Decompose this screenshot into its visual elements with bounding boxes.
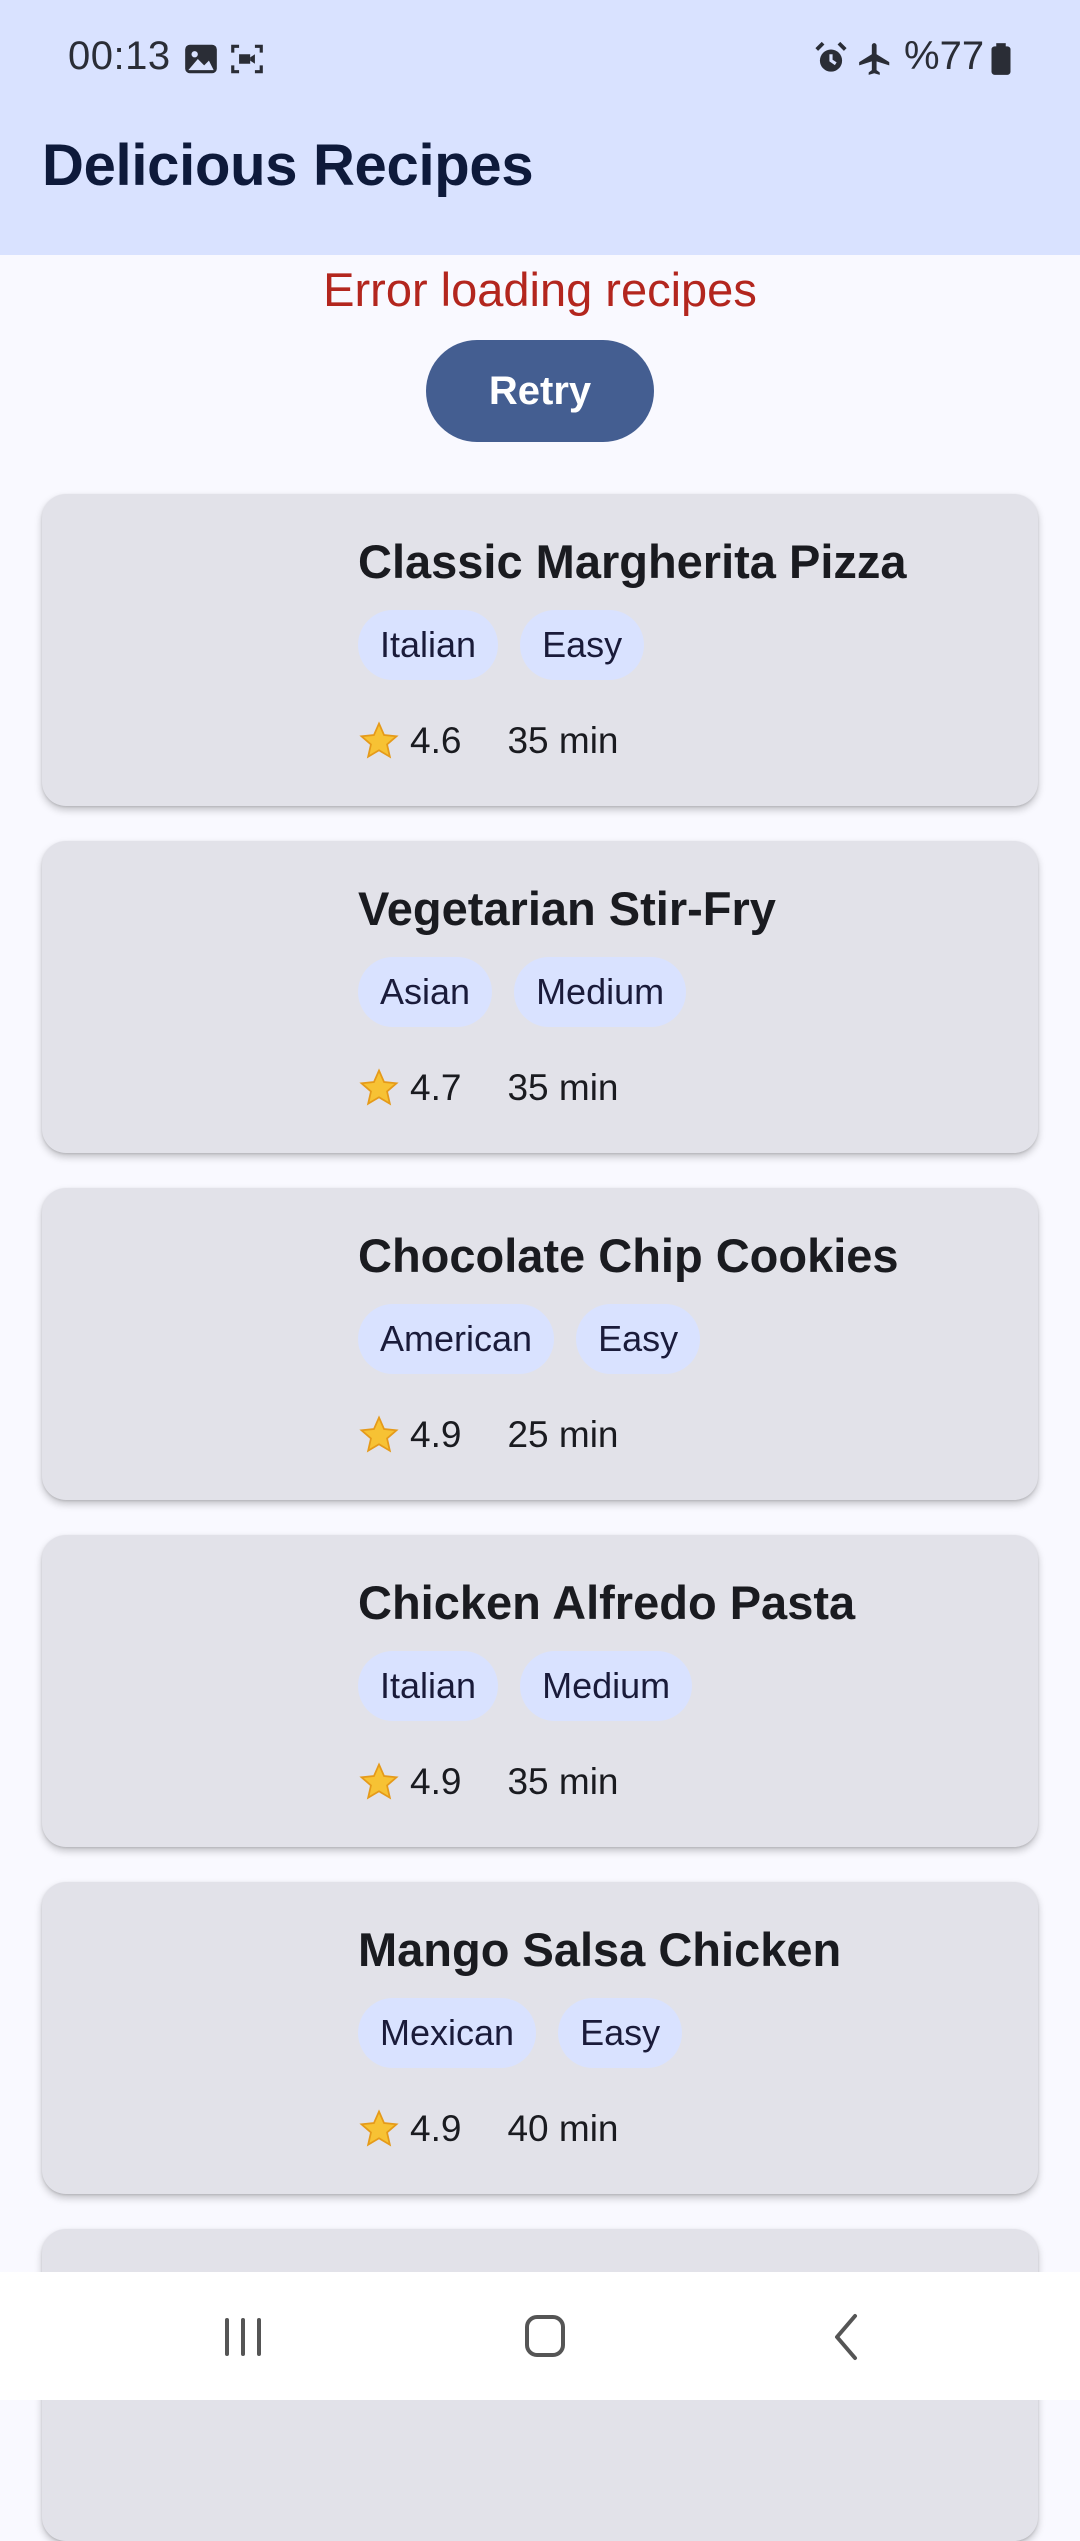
error-message: Error loading recipes	[323, 263, 757, 316]
recipe-time: 40 min	[507, 2108, 619, 2149]
airplane-mode-icon	[859, 43, 890, 75]
cuisine-chip: American	[358, 1304, 555, 1374]
star-icon	[359, 1762, 399, 1800]
cuisine-chip: Italian	[358, 610, 499, 680]
recipe-image	[42, 1535, 342, 1847]
recipe-title: Chicken Alfredo Pasta	[358, 1576, 856, 1629]
recipe-meta: 4.9 35 min	[358, 1761, 619, 1803]
recipe-title: Mango Salsa Chicken	[358, 1923, 842, 1976]
alarm-icon	[815, 41, 847, 72]
recipe-time: 35 min	[507, 1761, 619, 1802]
recipe-card[interactable]: Chocolate Chip Cookies American Easy 4.9…	[42, 1188, 1038, 1500]
page-title: Delicious Recipes	[42, 133, 534, 198]
difficulty-chip: Medium	[520, 1651, 693, 1721]
recipe-rating: 4.7	[410, 1067, 462, 1108]
recipe-image	[42, 494, 342, 806]
recipe-image	[42, 1188, 342, 1500]
cuisine-chip: Italian	[358, 1651, 499, 1721]
recipe-image	[42, 1882, 342, 2194]
star-icon	[359, 1415, 399, 1453]
tag-list: Mexican Easy	[358, 1998, 683, 2068]
recipe-time: 25 min	[507, 1414, 619, 1455]
recipe-title: Classic Margherita Pizza	[358, 535, 907, 588]
status-bar: 00:13 %77	[0, 0, 1080, 120]
recipe-title: Vegetarian Stir-Fry	[358, 882, 776, 935]
home-icon[interactable]	[505, 2302, 585, 2372]
screen-record-icon	[231, 44, 263, 74]
tag-list: Asian Medium	[358, 957, 687, 1027]
battery-percentage: %77	[904, 34, 985, 78]
recipe-card[interactable]: Mango Salsa Chicken Mexican Easy 4.9 40 …	[42, 1882, 1038, 2194]
recipe-meta: 4.9 40 min	[358, 2108, 619, 2150]
back-icon[interactable]	[807, 2302, 887, 2372]
recipe-meta: 4.6 35 min	[358, 720, 619, 762]
app-bar: 00:13 %77 Delicious Recipes	[0, 0, 1080, 255]
star-icon	[359, 1068, 399, 1106]
recipe-rating: 4.6	[410, 720, 462, 761]
recipe-time: 35 min	[507, 720, 619, 761]
retry-button[interactable]: Retry	[426, 340, 654, 442]
tag-list: Italian Medium	[358, 1651, 693, 1721]
star-icon	[359, 2109, 399, 2147]
recipe-rating: 4.9	[410, 1414, 462, 1455]
recipe-card[interactable]: Vegetarian Stir-Fry Asian Medium 4.7 35 …	[42, 841, 1038, 1153]
cuisine-chip: Mexican	[358, 1998, 537, 2068]
status-time: 00:13	[68, 34, 171, 78]
recipe-meta: 4.9 25 min	[358, 1414, 619, 1456]
recent-apps-icon[interactable]	[203, 2302, 283, 2372]
recipe-meta: 4.7 35 min	[358, 1067, 619, 1109]
recipe-card[interactable]: Chicken Alfredo Pasta Italian Medium 4.9…	[42, 1535, 1038, 1847]
tag-list: Italian Easy	[358, 610, 645, 680]
image-icon	[185, 44, 217, 74]
recipe-card[interactable]: Classic Margherita Pizza Italian Easy 4.…	[42, 494, 1038, 806]
recipe-rating: 4.9	[410, 1761, 462, 1802]
battery-icon	[991, 43, 1011, 75]
difficulty-chip: Medium	[514, 957, 687, 1027]
recipe-image	[42, 841, 342, 1153]
cuisine-chip: Asian	[358, 957, 493, 1027]
difficulty-chip: Easy	[520, 610, 645, 680]
recipe-rating: 4.9	[410, 2108, 462, 2149]
system-navigation-bar	[0, 2272, 1080, 2400]
star-icon	[359, 721, 399, 759]
recipe-time: 35 min	[507, 1067, 619, 1108]
recipe-title: Chocolate Chip Cookies	[358, 1229, 899, 1282]
difficulty-chip: Easy	[576, 1304, 701, 1374]
tag-list: American Easy	[358, 1304, 701, 1374]
difficulty-chip: Easy	[558, 1998, 683, 2068]
